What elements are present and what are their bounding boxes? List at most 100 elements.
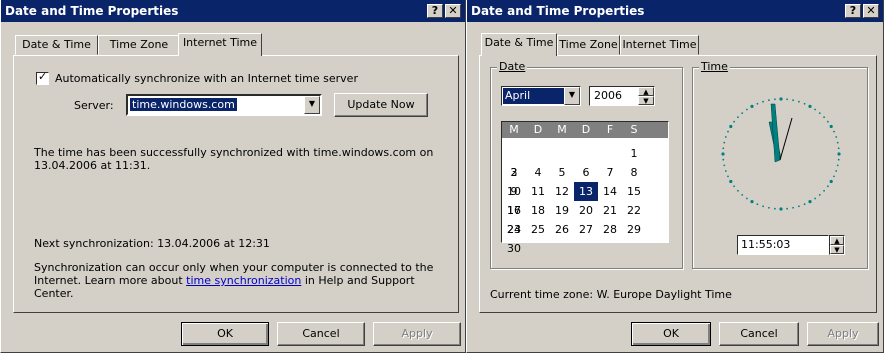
calendar-day[interactable]: 24: [502, 220, 526, 239]
clock-tick: [727, 175, 729, 178]
cancel-button[interactable]: Cancel: [719, 322, 799, 346]
clock-tick: [768, 99, 770, 102]
calendar-day[interactable]: 1: [622, 144, 646, 163]
calendar-day[interactable]: 11: [526, 182, 550, 201]
clock-tick: [721, 152, 725, 156]
calendar-grid[interactable]: M D M D F SS 12 3 4 5 6 7 89 10 11 12 13 14 1516 17 18 19 20 2…: [501, 121, 669, 255]
calendar-day[interactable]: 8: [622, 163, 646, 182]
clock-tick: [733, 120, 735, 123]
clock-tick: [774, 207, 776, 210]
clock-tick: [798, 205, 800, 208]
clock-tick: [803, 102, 806, 105]
calendar-day[interactable]: 6: [574, 163, 598, 182]
server-label: Server:: [74, 99, 114, 112]
calendar-day[interactable]: 21: [598, 201, 622, 220]
calendar-day[interactable]: 12: [550, 182, 574, 201]
spin-down-icon[interactable]: ▼: [638, 96, 654, 105]
ok-button[interactable]: OK: [181, 322, 269, 346]
calendar-day[interactable]: 7: [598, 163, 622, 182]
chevron-down-icon[interactable]: ▼: [304, 96, 320, 114]
calendar-day[interactable]: 3: [502, 163, 526, 182]
clock-tick: [727, 130, 729, 133]
clock-tick: [808, 104, 812, 108]
weekday: S: [630, 123, 638, 136]
clock-tick: [741, 194, 744, 196]
tab-time-zone[interactable]: Time Zone: [557, 35, 620, 55]
calendar-week-row: 24 25 26 27 28 29 30: [502, 220, 668, 255]
year-spin-buttons[interactable]: ▲ ▼: [638, 87, 654, 105]
server-combobox[interactable]: time.windows.com ▼: [126, 94, 322, 116]
clock-tick: [724, 170, 727, 172]
calendar-day[interactable]: 5: [550, 163, 574, 182]
analog-clock: [721, 97, 841, 211]
clock-tick: [733, 185, 735, 188]
year-spinner[interactable]: 2006 ▲ ▼: [589, 86, 655, 106]
clock-tick: [818, 112, 821, 114]
clock-tick: [836, 141, 839, 144]
time-sync-help-link[interactable]: time synchronization: [186, 274, 301, 287]
calendar-day[interactable]: 26: [550, 220, 574, 239]
clock-tick: [837, 152, 841, 156]
date-group-label: Date: [497, 60, 528, 73]
tab-panel: Date April ▼ 2006 ▲ ▼ M D M D F SS 12 3 4 5 6 7 89 1…: [479, 55, 877, 313]
time-spin-buttons[interactable]: ▲ ▼: [829, 235, 845, 255]
spin-up-icon[interactable]: ▲: [638, 87, 654, 96]
tab-date-time[interactable]: Date & Time: [481, 33, 557, 56]
update-now-button[interactable]: Update Now: [334, 93, 428, 117]
clock-tick: [798, 100, 800, 103]
calendar-day[interactable]: 28: [598, 220, 622, 239]
calendar-day[interactable]: 18: [526, 201, 550, 220]
calendar-day[interactable]: 15: [622, 182, 646, 201]
clock-tick: [768, 206, 770, 209]
clock-tick: [792, 206, 794, 209]
clock-tick: [729, 124, 733, 129]
second-hand: [779, 117, 793, 161]
calendar-day[interactable]: 29: [622, 220, 646, 239]
year-value: 2006: [594, 89, 622, 102]
calendar-day-selected[interactable]: 13: [574, 182, 598, 201]
cancel-button[interactable]: Cancel: [277, 322, 365, 346]
calendar-day[interactable]: 25: [526, 220, 550, 239]
clock-tick: [723, 164, 726, 167]
close-button[interactable]: ✕: [445, 4, 461, 18]
calendar-day[interactable]: 4: [526, 163, 550, 182]
tab-time-zone[interactable]: Time Zone: [98, 35, 180, 55]
sync-success-line-1: The time has been successfully synchroni…: [34, 146, 434, 159]
tab-panel: ✓ Automatically synchronize with an Inte…: [13, 55, 459, 313]
time-spinner[interactable]: 11:55:03: [737, 235, 829, 255]
calendar-day[interactable]: 30: [502, 239, 526, 258]
calendar-day[interactable]: 10: [502, 182, 526, 201]
tab-internet-time[interactable]: Internet Time: [178, 33, 262, 56]
time-value: 11:55:03: [741, 238, 791, 251]
title-bar[interactable]: Date and Time Properties: [467, 0, 883, 22]
chevron-down-icon[interactable]: ▼: [564, 87, 580, 105]
spin-up-icon[interactable]: ▲: [830, 236, 844, 245]
calendar-day[interactable]: 20: [574, 201, 598, 220]
calendar-day[interactable]: 27: [574, 220, 598, 239]
clock-tick: [756, 102, 759, 105]
window-title: Date and Time Properties: [471, 4, 645, 18]
time-group-label: Time: [699, 60, 730, 73]
tab-date-time[interactable]: Date & Time: [15, 35, 98, 55]
note-text-after-link: in Help and Support: [301, 274, 415, 287]
calendar-day[interactable]: 14: [598, 182, 622, 201]
title-bar[interactable]: Date and Time Properties: [1, 0, 465, 22]
ok-button[interactable]: OK: [631, 322, 711, 346]
clock-tick: [786, 207, 788, 210]
clock-tick: [808, 200, 812, 204]
auto-sync-label: Automatically synchronize with an Intern…: [55, 72, 358, 85]
auto-sync-checkbox[interactable]: ✓: [36, 70, 49, 85]
month-select[interactable]: April ▼: [501, 86, 581, 106]
spin-down-icon[interactable]: ▼: [830, 245, 844, 254]
calendar-day[interactable]: 22: [622, 201, 646, 220]
calendar-day[interactable]: 19: [550, 201, 574, 220]
clock-tick: [823, 116, 825, 119]
help-button[interactable]: ?: [427, 4, 443, 18]
calendar-day[interactable]: 17: [502, 201, 526, 220]
sync-success-line-2: 13.04.2006 at 11:31.: [34, 159, 151, 172]
close-button[interactable]: ✕: [863, 4, 879, 18]
tab-internet-time[interactable]: Internet Time: [620, 35, 699, 55]
month-value: April: [503, 88, 565, 104]
clock-tick: [724, 136, 727, 138]
help-button[interactable]: ?: [845, 4, 861, 18]
